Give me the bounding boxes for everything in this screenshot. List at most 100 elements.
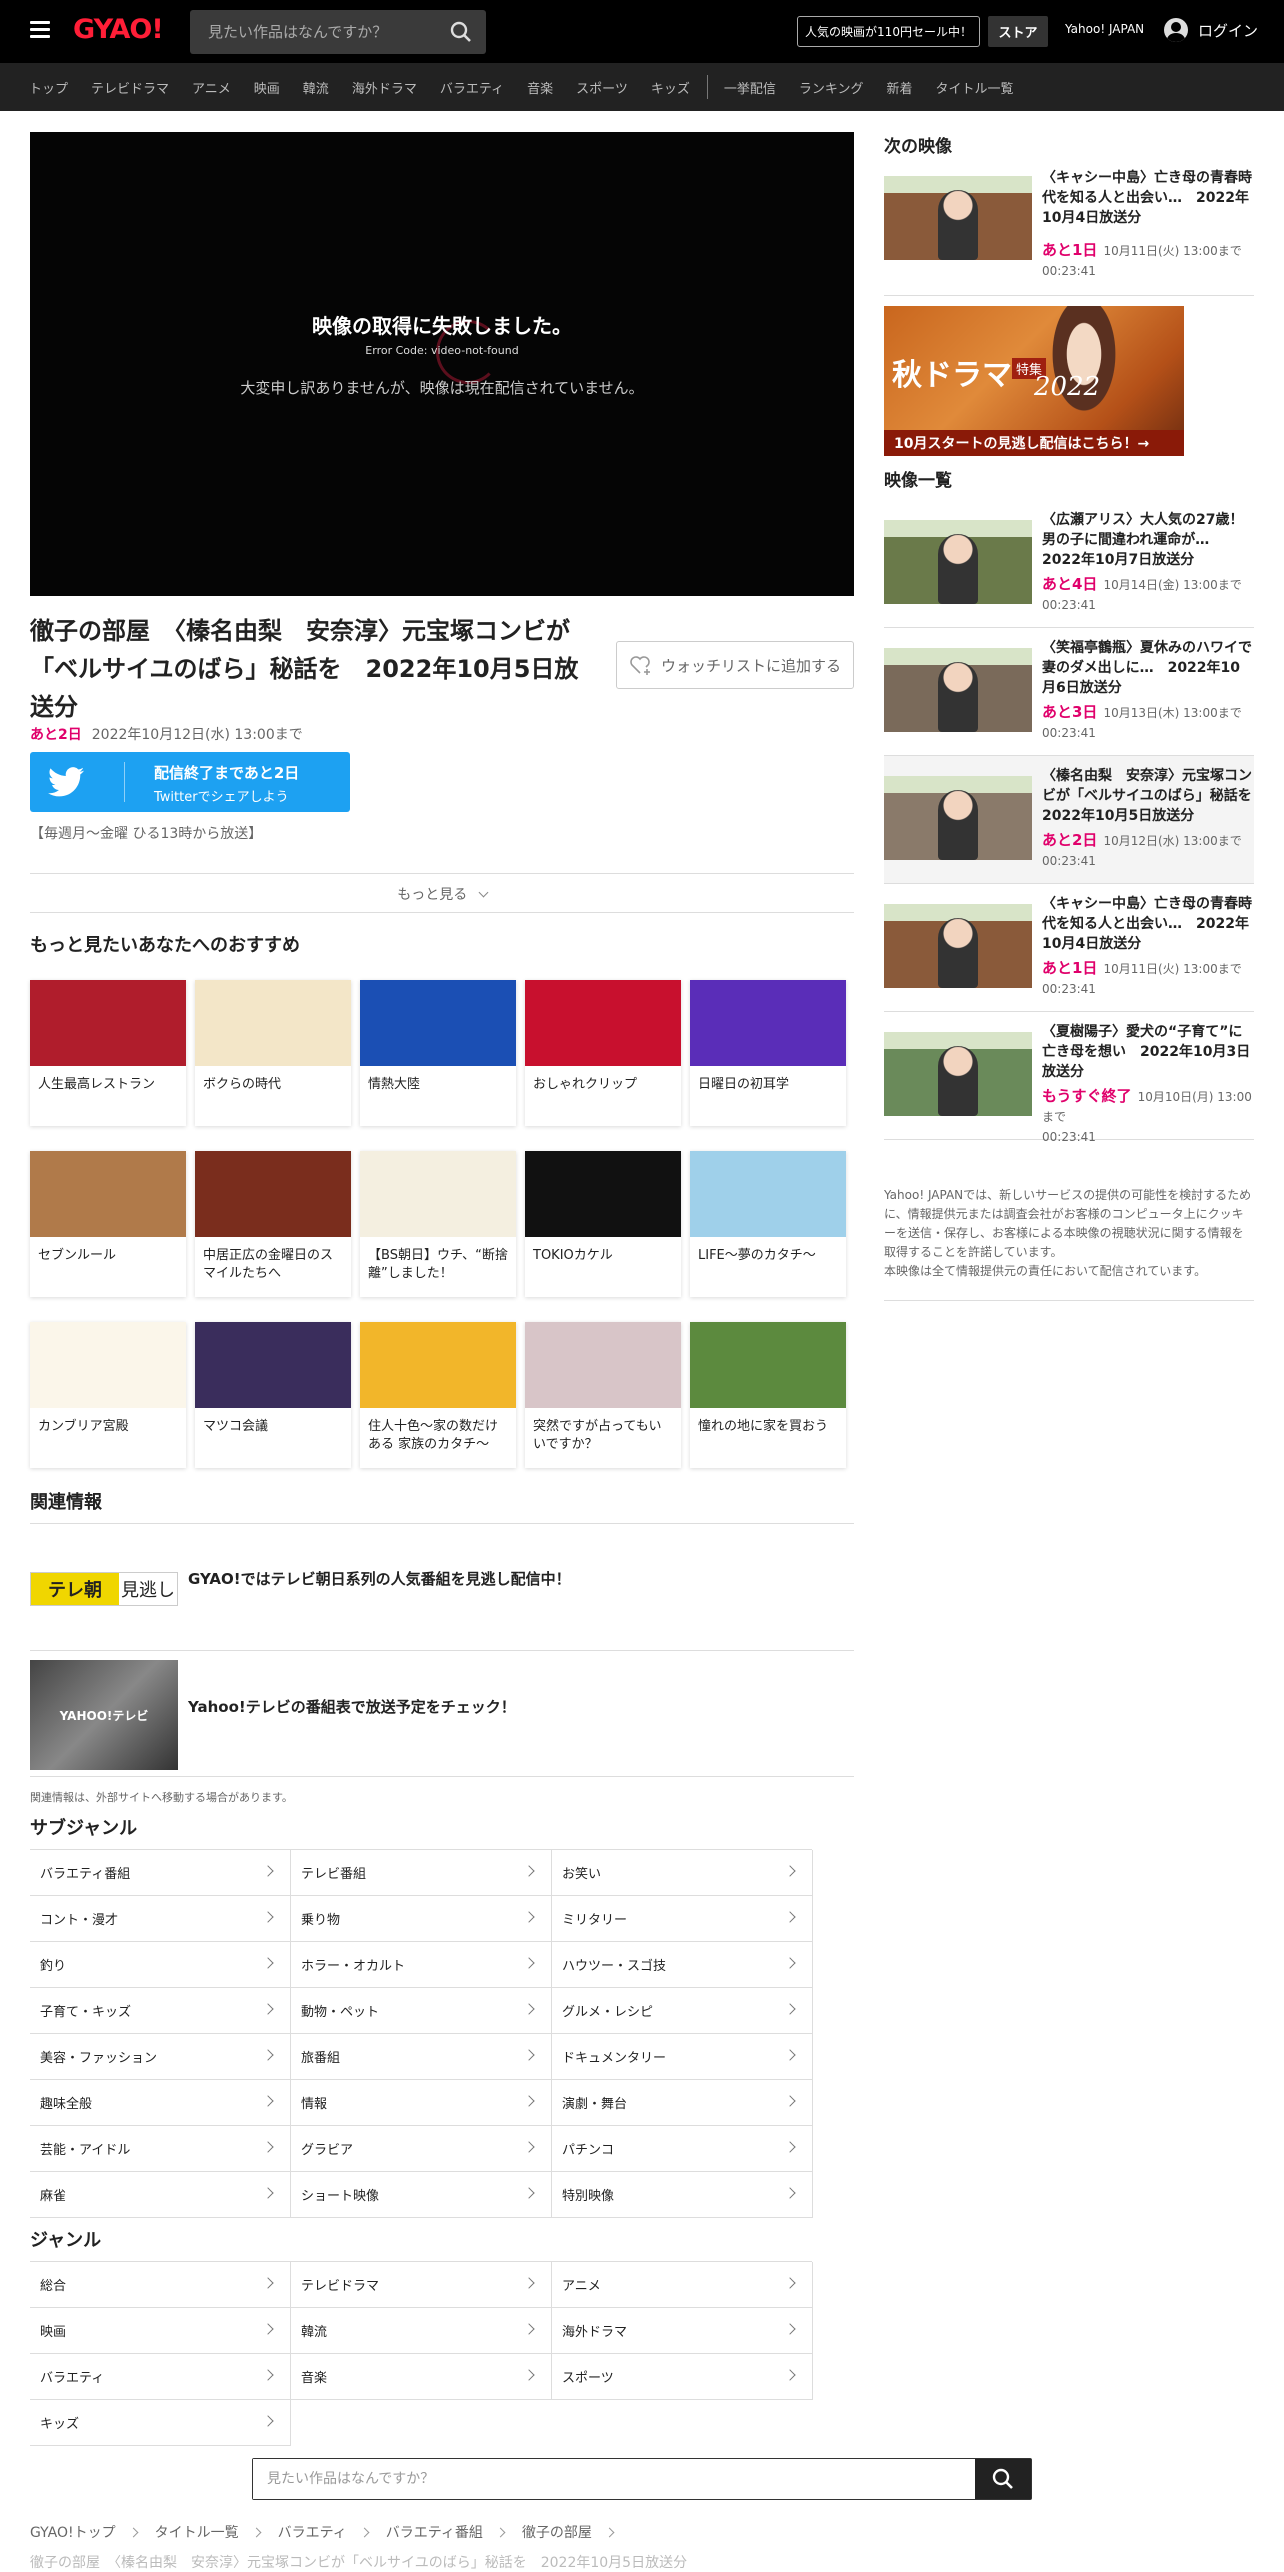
- subgenre-link[interactable]: 旅番組: [291, 2034, 552, 2080]
- gyao-logo[interactable]: GYAO!: [73, 14, 164, 45]
- subgenre-link[interactable]: 芸能・アイドル: [30, 2126, 291, 2172]
- recommend-card[interactable]: カンブリア宮殿: [30, 1322, 186, 1468]
- subgenre-link[interactable]: グラビア: [291, 2126, 552, 2172]
- twitter-share-button[interactable]: 配信終了まであと2日 Twitterでシェアしよう: [30, 752, 350, 812]
- subgenre-link[interactable]: コント・漫才: [30, 1896, 291, 1942]
- add-to-watchlist-button[interactable]: ウォッチリストに追加する: [616, 641, 854, 689]
- subgenre-link[interactable]: ハウツー・スゴ技: [552, 1942, 813, 1988]
- recommend-thumbnail: [360, 980, 516, 1066]
- nav-item[interactable]: アニメ: [192, 78, 231, 97]
- breadcrumb-link[interactable]: GYAO!トップ: [30, 2522, 116, 2542]
- subgenre-link[interactable]: 特別映像: [552, 2172, 813, 2218]
- menu-icon[interactable]: [30, 21, 50, 38]
- subgenre-link[interactable]: 動物・ペット: [291, 1988, 552, 2034]
- nav-item[interactable]: スポーツ: [576, 78, 628, 97]
- subgenre-link[interactable]: 麻雀: [30, 2172, 291, 2218]
- chevron-right-icon: [262, 1865, 274, 1877]
- genre-link[interactable]: テレビドラマ: [291, 2262, 552, 2308]
- subgenre-link[interactable]: 乗り物: [291, 1896, 552, 1942]
- genre-link[interactable]: キッズ: [30, 2400, 291, 2446]
- genre-link[interactable]: 映画: [30, 2308, 291, 2354]
- subgenre-link[interactable]: お笑い: [552, 1850, 813, 1896]
- related-item-tvasahi[interactable]: テレ朝 見逃し GYAO!ではテレビ朝日系列の人気番組を見逃し配信中！: [30, 1538, 854, 1658]
- chevron-right-icon: [784, 2369, 796, 2381]
- sale-link[interactable]: 人気の映画が110円セール中！: [797, 16, 980, 47]
- nav-item[interactable]: ランキング: [799, 78, 864, 97]
- recommend-card[interactable]: 日曜日の初耳学: [690, 980, 846, 1126]
- genre-link[interactable]: 海外ドラマ: [552, 2308, 813, 2354]
- subgenre-label: バラエティ番組: [40, 1867, 131, 1882]
- video-thumbnail: [884, 520, 1032, 604]
- login-button[interactable]: ログイン: [1164, 18, 1258, 42]
- search-input[interactable]: [190, 10, 440, 54]
- recommend-card[interactable]: LIFE～夢のカタチ～: [690, 1151, 846, 1297]
- recommend-card[interactable]: 【BS朝日】ウチ、“断捨離”しました！: [360, 1151, 516, 1297]
- recommend-card[interactable]: TOKIOカケル: [525, 1151, 681, 1297]
- nav-item[interactable]: 新着: [886, 78, 912, 97]
- subgenre-link[interactable]: 趣味全般: [30, 2080, 291, 2126]
- recommend-card[interactable]: 突然ですが占ってもいいですか？: [525, 1322, 681, 1468]
- subgenre-link[interactable]: 子育て・キッズ: [30, 1988, 291, 2034]
- subgenre-link[interactable]: テレビ番組: [291, 1850, 552, 1896]
- next-video-item[interactable]: 〈キャシー中島〉亡き母の青春時代を知る人と出会い… 2022年10月4日放送分 …: [884, 166, 1254, 296]
- subgenre-link[interactable]: バラエティ番組: [30, 1850, 291, 1896]
- recommend-card[interactable]: おしゃれクリップ: [525, 980, 681, 1126]
- nav-item[interactable]: バラエティ: [440, 78, 504, 97]
- footer-search-button[interactable]: [975, 2459, 1031, 2499]
- subgenre-link[interactable]: ショート映像: [291, 2172, 552, 2218]
- nav-item[interactable]: テレビドラマ: [91, 78, 169, 97]
- store-button[interactable]: ストア: [988, 16, 1048, 47]
- recommend-card[interactable]: セブンルール: [30, 1151, 186, 1297]
- recommend-card[interactable]: 情熱大陸: [360, 980, 516, 1126]
- nav-item[interactable]: タイトル一覧: [936, 78, 1014, 97]
- genre-link[interactable]: 総合: [30, 2262, 291, 2308]
- video-list-item[interactable]: 〈広瀬アリス〉大人気の27歳！男の子に間違われ運命が… 2022年10月7日放送…: [884, 500, 1254, 628]
- recommend-card[interactable]: 中居正広の金曜日のスマイルたちへ: [195, 1151, 351, 1297]
- chevron-right-icon: [359, 2527, 370, 2537]
- breadcrumb-link[interactable]: バラエティ: [278, 2522, 347, 2542]
- related-item-yahoo-tv[interactable]: YAHOO!テレビ Yahoo!テレビの番組表で放送予定をチェック！: [30, 1660, 854, 1772]
- subgenre-link[interactable]: ホラー・オカルト: [291, 1942, 552, 1988]
- subgenre-link[interactable]: パチンコ: [552, 2126, 813, 2172]
- nav-item[interactable]: キッズ: [651, 78, 690, 97]
- video-list-item[interactable]: 〈榛名由梨 安奈淳〉元宝塚コンビが「ベルサイユのばら」秘話を 2022年10月5…: [884, 756, 1266, 884]
- recommend-card[interactable]: 憧れの地に家を買おう: [690, 1322, 846, 1468]
- subgenre-link[interactable]: 美容・ファッション: [30, 2034, 291, 2080]
- subgenre-link[interactable]: ミリタリー: [552, 1896, 813, 1942]
- yahoo-japan-link[interactable]: Yahoo! JAPAN: [1065, 22, 1144, 36]
- chevron-right-icon: [523, 2141, 535, 2153]
- video-list-item[interactable]: 〈笑福亭鶴瓶〉夏休みのハワイで妻のダメ出しに… 2022年10月6日放送分 あと3…: [884, 628, 1254, 756]
- nav-item[interactable]: 音楽: [527, 78, 553, 97]
- recommend-card[interactable]: マツコ会議: [195, 1322, 351, 1468]
- nav-item[interactable]: 韓流: [303, 78, 329, 97]
- genre-link[interactable]: 音楽: [291, 2354, 552, 2400]
- breadcrumb-link[interactable]: 徹子の部屋: [522, 2522, 592, 2542]
- video-player[interactable]: 映像の取得に失敗しました。 Error Code: video-not-foun…: [30, 132, 854, 596]
- subgenre-link[interactable]: 演劇・舞台: [552, 2080, 813, 2126]
- recommend-card[interactable]: 人生最高レストラン: [30, 980, 186, 1126]
- nav-item[interactable]: 映画: [254, 78, 280, 97]
- genre-link[interactable]: 韓流: [291, 2308, 552, 2354]
- breadcrumb-link[interactable]: バラエティ番組: [386, 2522, 483, 2542]
- video-title: 〈笑福亭鶴瓶〉夏休みのハワイで妻のダメ出しに… 2022年10月6日放送分: [1042, 640, 1252, 696]
- nav-item[interactable]: 一挙配信: [724, 78, 776, 97]
- search-icon[interactable]: [450, 21, 472, 43]
- video-list-item[interactable]: 〈夏樹陽子〉愛犬の“子育て”に亡き母を想い 2022年10月3日放送分 もうすぐ終…: [884, 1012, 1254, 1144]
- recommend-card[interactable]: ボクらの時代: [195, 980, 351, 1126]
- subgenre-link[interactable]: グルメ・レシピ: [552, 1988, 813, 2034]
- footer-search-input[interactable]: [253, 2459, 973, 2499]
- genre-link[interactable]: アニメ: [552, 2262, 813, 2308]
- video-list-item[interactable]: 〈キャシー中島〉亡き母の青春時代を知る人と出会い… 2022年10月4日放送分あ…: [884, 884, 1254, 1012]
- autumn-drama-banner[interactable]: 秋ドラマ 特集 2022 10月スタートの見逃し配信はこちら！→: [884, 306, 1184, 456]
- genre-link[interactable]: スポーツ: [552, 2354, 813, 2400]
- show-more-button[interactable]: もっと見る: [30, 884, 854, 904]
- genre-link[interactable]: バラエティ: [30, 2354, 291, 2400]
- chevron-right-icon: [262, 2141, 274, 2153]
- nav-item[interactable]: トップ: [29, 78, 68, 97]
- subgenre-link[interactable]: 情報: [291, 2080, 552, 2126]
- subgenre-link[interactable]: ドキュメンタリー: [552, 2034, 813, 2080]
- breadcrumb-link[interactable]: タイトル一覧: [155, 2522, 239, 2542]
- recommend-card[interactable]: 住人十色～家の数だけある 家族のカタチ～: [360, 1322, 516, 1468]
- nav-item[interactable]: 海外ドラマ: [352, 78, 417, 97]
- subgenre-link[interactable]: 釣り: [30, 1942, 291, 1988]
